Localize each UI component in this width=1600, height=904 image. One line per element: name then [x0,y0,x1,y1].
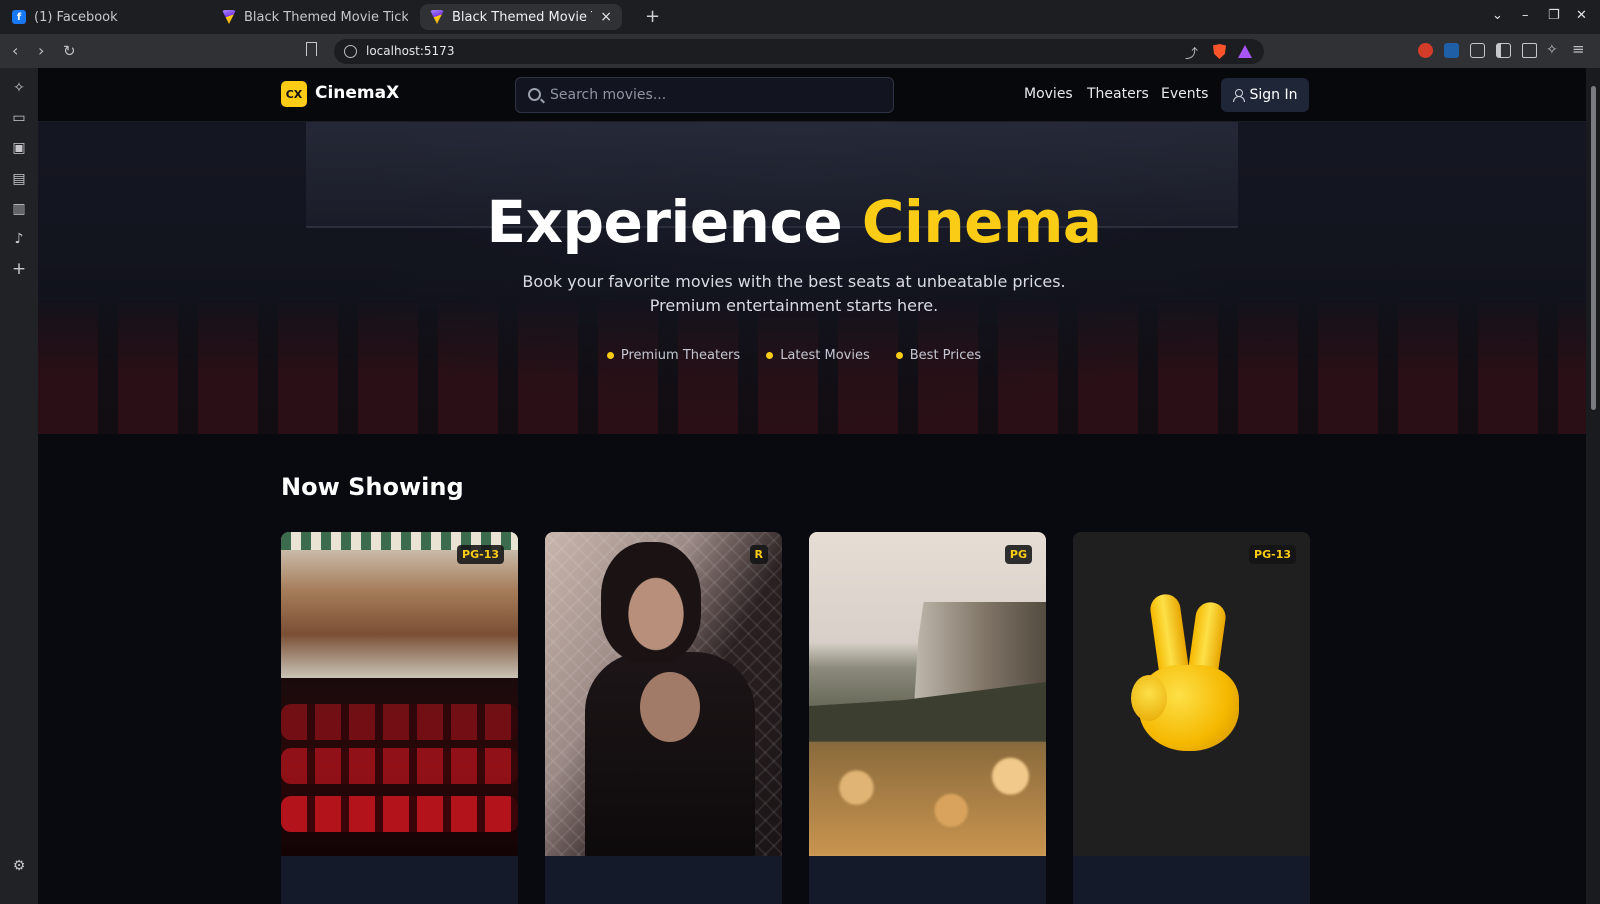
nav-link-theaters[interactable]: Theaters [1087,86,1149,102]
rating-badge: PG-13 [457,545,504,564]
movie-card[interactable]: PG [809,532,1046,904]
rating-badge: PG-13 [1249,545,1296,564]
tab-title: Black Themed Movie Ticke [452,9,592,25]
movie-card-footer [281,856,518,904]
share-icon[interactable]: ⤴ [1185,43,1198,62]
movie-poster[interactable] [281,532,518,856]
search-icon [528,88,541,101]
hero-subtitle-line-1: Book your favorite movies with the best … [522,272,1066,291]
settings-gear-icon[interactable]: ⚙ [11,858,27,874]
page-viewport: CX CinemaX Search movies... Movies Theat… [38,68,1586,904]
sidebar-toggle-icon[interactable] [1496,43,1511,58]
facebook-icon: f [12,10,26,24]
sign-in-label: Sign In [1249,87,1298,103]
hero-section: Experience Cinema Book your favorite mov… [38,122,1586,434]
browser-sidebar: ✧ ▭ ▣ ▤ ▥ ♪ + ⚙ [0,68,38,904]
bookmarks-sidebar-icon[interactable]: ▤ [11,171,27,187]
movie-poster[interactable] [809,532,1046,856]
feature-premium-theaters: Premium Theaters [606,348,740,363]
extension-red-icon[interactable] [1418,43,1433,58]
movie-poster[interactable] [545,532,782,862]
browser-toolbar: ‹ › ↻ localhost:5173 ⤴ ✧ ≡ [0,34,1600,68]
movie-card[interactable]: PG-13 [1073,532,1310,904]
hero-title-main: Experience [486,188,843,256]
back-icon[interactable]: ‹ [12,41,18,61]
scrollbar-thumb[interactable] [1591,86,1596,410]
logo-text[interactable]: CinemaX [315,83,399,103]
search-placeholder: Search movies... [550,87,667,103]
reading-list-icon[interactable]: ▥ [11,201,27,217]
close-window-icon[interactable]: ✕ [1576,8,1587,23]
tab-title: Black Themed Movie Ticket B [244,9,408,25]
browser-tab-strip: f (1) Facebook Black Themed Movie Ticket… [0,0,1600,34]
tab-title: (1) Facebook [34,9,118,25]
leo-sidebar-icon[interactable]: ✧ [11,80,27,96]
user-icon [1232,89,1245,102]
movie-card[interactable]: R [545,532,782,904]
feature-latest-movies: Latest Movies [766,348,870,363]
now-showing-heading: Now Showing [281,473,464,501]
url-text[interactable]: localhost:5173 [366,44,454,58]
leo-ai-icon[interactable]: ✧ [1546,40,1558,60]
reload-icon[interactable]: ↻ [63,41,76,61]
hero-subtitle-line-2: Premium entertainment starts here. [649,296,939,315]
rating-badge: PG [1004,545,1032,564]
new-tab-button[interactable]: + [645,7,660,27]
tab-movie-ticket-1[interactable]: Black Themed Movie Ticket B [222,0,408,34]
movie-poster[interactable] [1073,532,1310,856]
vite-icon [222,10,236,24]
movie-card-footer [809,856,1046,904]
sign-in-button[interactable]: Sign In [1221,78,1309,112]
brave-rewards-icon[interactable] [1238,45,1252,58]
minimize-icon[interactable]: – [1522,8,1529,23]
hero-features: Premium Theaters Latest Movies Best Pric… [38,348,1550,363]
nav-link-events[interactable]: Events [1161,86,1208,102]
music-icon[interactable]: ♪ [11,231,27,247]
movie-card-footer [545,856,782,904]
wallet-sidebar-icon[interactable]: ▣ [11,140,27,156]
close-tab-icon[interactable]: × [600,10,612,24]
forward-icon[interactable]: › [38,41,44,61]
tab-facebook[interactable]: f (1) Facebook [12,0,202,34]
tv-icon[interactable]: ▭ [11,110,27,126]
hero-title-accent: Cinema [861,188,1102,256]
search-input[interactable]: Search movies... [515,77,894,113]
restore-icon[interactable]: ❐ [1548,8,1560,23]
vite-icon [430,10,444,24]
tab-search-icon[interactable]: ⌄ [1492,8,1503,23]
site-navbar: CX CinemaX Search movies... Movies Theat… [38,68,1586,122]
rating-badge: R [749,545,768,564]
bookmark-icon[interactable] [306,42,317,56]
tab-movie-ticket-active[interactable]: Black Themed Movie Ticke × [420,4,622,30]
movie-card-footer [1073,856,1310,904]
wallet-icon[interactable] [1522,43,1537,58]
extension-blue-icon[interactable] [1444,43,1459,58]
bullet-dot [895,352,903,359]
address-bar[interactable]: localhost:5173 ⤴ [334,39,1264,64]
extensions-puzzle-icon[interactable] [1470,43,1485,58]
hero-title: Experience Cinema [38,188,1550,256]
nav-link-movies[interactable]: Movies [1024,86,1073,102]
menu-icon[interactable]: ≡ [1572,39,1585,59]
add-sidebar-item-icon[interactable]: + [11,261,27,278]
brave-shield-icon[interactable] [1213,44,1226,59]
page-scrollbar[interactable] [1586,68,1600,904]
bullet-dot [606,352,614,359]
movie-card[interactable]: PG-13 [281,532,518,904]
bullet-dot [766,352,774,359]
logo-mark[interactable]: CX [281,81,307,107]
site-info-icon[interactable] [344,45,357,58]
feature-best-prices: Best Prices [895,348,981,363]
